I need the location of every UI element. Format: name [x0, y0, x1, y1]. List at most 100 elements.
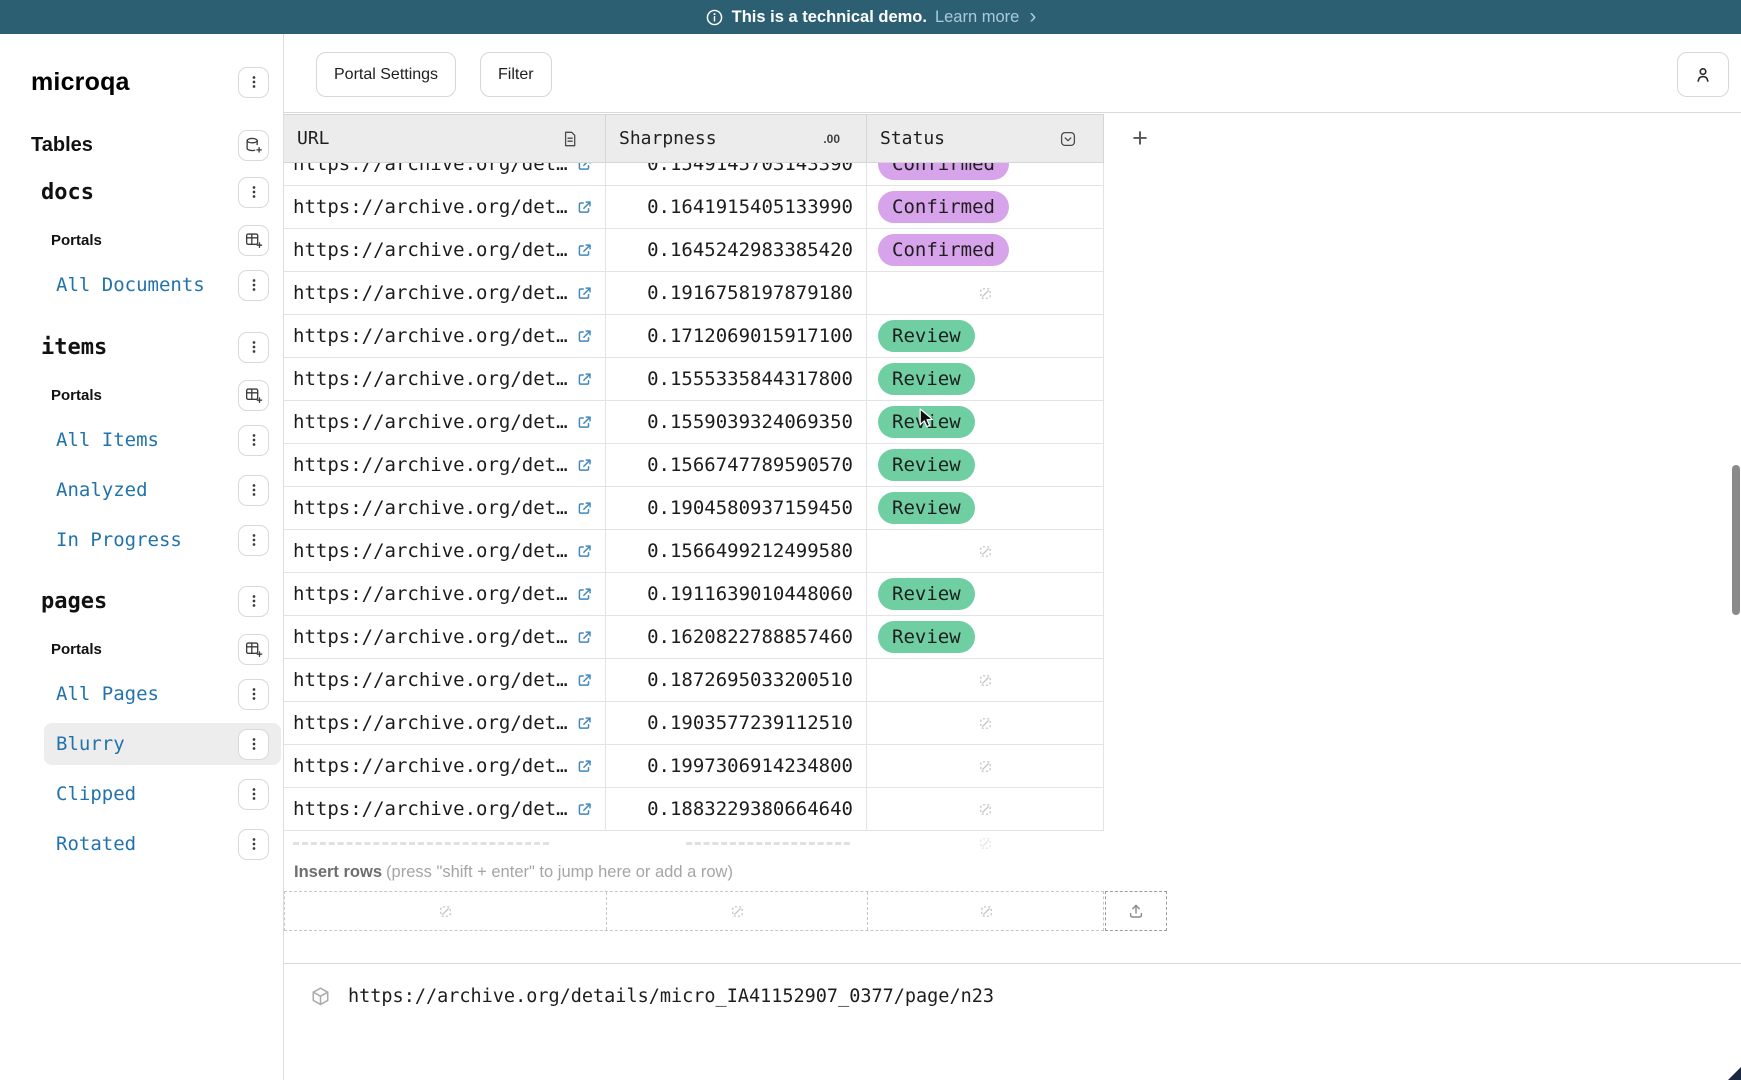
- sidebar-item-clipped-menu-button[interactable]: [238, 779, 269, 810]
- sidebar-item-blurry-menu-button[interactable]: [238, 729, 269, 760]
- add-column-button[interactable]: +: [1120, 118, 1160, 158]
- status-cell[interactable]: Review: [867, 444, 1104, 486]
- status-cell[interactable]: Review: [867, 401, 1104, 443]
- url-cell[interactable]: https://archive.org/det…: [284, 788, 606, 830]
- sidebar-table-docs[interactable]: docs: [0, 172, 283, 212]
- sidebar-item-all-pages[interactable]: All Pages: [0, 674, 283, 714]
- column-header-sharpness[interactable]: Sharpness .00: [606, 115, 867, 162]
- status-cell[interactable]: Review: [867, 315, 1104, 357]
- sidebar-table-docs-menu-button[interactable]: [238, 177, 269, 208]
- sidebar-portals-docs-add-button[interactable]: [238, 225, 269, 256]
- status-cell[interactable]: Confirmed: [867, 229, 1104, 271]
- table-row[interactable]: https://archive.org/det… 0.1872695033200…: [284, 659, 1104, 702]
- sharpness-cell[interactable]: 0.1555335844317800: [606, 358, 867, 400]
- sidebar-item-blurry[interactable]: Blurry: [0, 724, 283, 764]
- external-link-icon[interactable]: [576, 414, 593, 431]
- external-link-icon[interactable]: [576, 371, 593, 388]
- table-row[interactable]: https://archive.org/det… 0.1620822788857…: [284, 616, 1104, 659]
- sidebar-item-analyzed[interactable]: Analyzed: [0, 470, 283, 510]
- status-cell[interactable]: Review: [867, 487, 1104, 529]
- portal-settings-button[interactable]: Portal Settings: [316, 52, 456, 97]
- status-cell[interactable]: [867, 659, 1104, 701]
- column-header-url[interactable]: URL: [284, 115, 606, 162]
- sidebar-table-items-menu-button[interactable]: [238, 332, 269, 363]
- sidebar-portals-pages[interactable]: Portals: [0, 629, 283, 669]
- unlink-icon[interactable]: [730, 904, 745, 919]
- status-cell[interactable]: [867, 272, 1104, 314]
- status-cell[interactable]: [867, 745, 1104, 787]
- add-table-button[interactable]: [238, 130, 269, 161]
- external-link-icon[interactable]: [576, 457, 593, 474]
- column-header-status[interactable]: Status: [867, 115, 1104, 162]
- url-cell[interactable]: https://archive.org/det…: [284, 163, 606, 185]
- status-cell[interactable]: Confirmed: [867, 186, 1104, 228]
- status-cell[interactable]: [867, 702, 1104, 744]
- sharpness-cell[interactable]: 0.1566747789590570: [606, 444, 867, 486]
- external-link-icon[interactable]: [576, 163, 593, 173]
- sharpness-cell[interactable]: 0.1997306914234800: [606, 745, 867, 787]
- table-row[interactable]: https://archive.org/det… 0.1916758197879…: [284, 272, 1104, 315]
- external-link-icon[interactable]: [576, 672, 593, 689]
- external-link-icon[interactable]: [576, 758, 593, 775]
- sharpness-cell[interactable]: 0.1549145703143390: [606, 163, 867, 185]
- sidebar-item-all-pages-menu-button[interactable]: [238, 679, 269, 710]
- sharpness-cell[interactable]: 0.1620822788857460: [606, 616, 867, 658]
- table-row[interactable]: https://archive.org/det… 0.1645242983385…: [284, 229, 1104, 272]
- external-link-icon[interactable]: [576, 500, 593, 517]
- external-link-icon[interactable]: [576, 285, 593, 302]
- url-cell[interactable]: https://archive.org/det…: [284, 702, 606, 744]
- table-row[interactable]: https://archive.org/det… 0.1555335844317…: [284, 358, 1104, 401]
- sharpness-cell[interactable]: 0.1904580937159450: [606, 487, 867, 529]
- unlink-icon[interactable]: [438, 904, 453, 919]
- sidebar-item-rotated-menu-button[interactable]: [238, 829, 269, 860]
- url-cell[interactable]: https://archive.org/det…: [284, 229, 606, 271]
- status-cell[interactable]: Confirmed: [867, 163, 1104, 185]
- url-cell[interactable]: https://archive.org/det…: [284, 444, 606, 486]
- table-row[interactable]: https://archive.org/det… 0.1904580937159…: [284, 487, 1104, 530]
- record-url[interactable]: https://archive.org/details/micro_IA4115…: [348, 986, 994, 1007]
- url-cell[interactable]: https://archive.org/det…: [284, 573, 606, 615]
- external-link-icon[interactable]: [576, 328, 593, 345]
- sharpness-cell[interactable]: 0.1911639010448060: [606, 573, 867, 615]
- sharpness-cell[interactable]: 0.1712069015917100: [606, 315, 867, 357]
- table-row[interactable]: https://archive.org/det… 0.1997306914234…: [284, 745, 1104, 788]
- status-cell[interactable]: Review: [867, 616, 1104, 658]
- external-link-icon[interactable]: [576, 629, 593, 646]
- sharpness-cell[interactable]: 0.1883229380664640: [606, 788, 867, 830]
- sidebar-item-all-documents[interactable]: All Documents: [0, 265, 283, 305]
- filter-button[interactable]: Filter: [480, 52, 552, 97]
- table-row[interactable]: https://archive.org/det… 0.1566747789590…: [284, 444, 1104, 487]
- url-cell[interactable]: https://archive.org/det…: [284, 358, 606, 400]
- sidebar-portals-pages-add-button[interactable]: [238, 634, 269, 665]
- external-link-icon[interactable]: [576, 543, 593, 560]
- sidebar-item-all-items-menu-button[interactable]: [238, 425, 269, 456]
- sharpness-cell[interactable]: 0.1872695033200510: [606, 659, 867, 701]
- status-cell[interactable]: Review: [867, 358, 1104, 400]
- sidebar-table-pages[interactable]: pages: [0, 581, 283, 621]
- external-link-icon[interactable]: [576, 801, 593, 818]
- external-link-icon[interactable]: [576, 586, 593, 603]
- url-cell[interactable]: https://archive.org/det…: [284, 186, 606, 228]
- learn-more-link[interactable]: Learn more: [935, 8, 1019, 27]
- sharpness-cell[interactable]: 0.1641915405133990: [606, 186, 867, 228]
- upload-rows-button[interactable]: [1105, 891, 1167, 931]
- url-cell[interactable]: https://archive.org/det…: [284, 487, 606, 529]
- table-row[interactable]: https://archive.org/det… 0.1641915405133…: [284, 186, 1104, 229]
- url-cell[interactable]: https://archive.org/det…: [284, 401, 606, 443]
- url-cell[interactable]: https://archive.org/det…: [284, 616, 606, 658]
- sidebar-item-clipped[interactable]: Clipped: [0, 774, 283, 814]
- table-row[interactable]: https://archive.org/det… 0.1559039324069…: [284, 401, 1104, 444]
- vertical-scrollbar-thumb[interactable]: [1732, 465, 1740, 615]
- sidebar-table-items[interactable]: items: [0, 327, 283, 367]
- account-button[interactable]: [1677, 52, 1729, 97]
- table-row[interactable]: https://archive.org/det… 0.1883229380664…: [284, 788, 1104, 831]
- sidebar-item-all-documents-menu-button[interactable]: [238, 270, 269, 301]
- sharpness-cell[interactable]: 0.1559039324069350: [606, 401, 867, 443]
- sidebar-item-in-progress[interactable]: In Progress: [0, 520, 283, 560]
- external-link-icon[interactable]: [576, 199, 593, 216]
- external-link-icon[interactable]: [576, 715, 593, 732]
- sidebar-portals-items[interactable]: Portals: [0, 375, 283, 415]
- sidebar-portals-items-add-button[interactable]: [238, 380, 269, 411]
- sharpness-cell[interactable]: 0.1903577239112510: [606, 702, 867, 744]
- url-cell[interactable]: https://archive.org/det…: [284, 659, 606, 701]
